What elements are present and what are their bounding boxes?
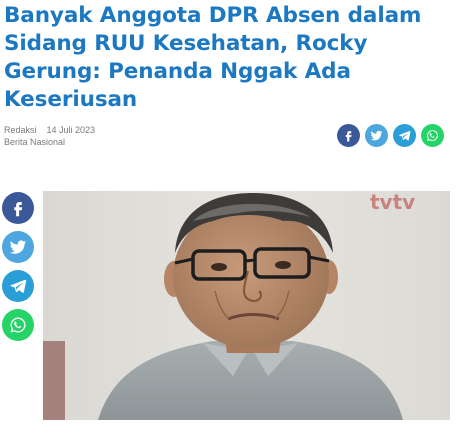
twitter-share-button[interactable] (365, 124, 388, 147)
photo-watermark: tvtv (370, 191, 415, 214)
whatsapp-icon (10, 317, 26, 333)
whatsapp-icon (427, 130, 438, 141)
article-title: Banyak Anggota DPR Absen dalam Sidang RU… (4, 3, 422, 112)
article-author[interactable]: Redaksi (4, 125, 37, 135)
telegram-icon (398, 130, 411, 141)
whatsapp-share-button[interactable] (421, 124, 444, 147)
telegram-share-button-side[interactable] (2, 270, 34, 302)
twitter-share-button-side[interactable] (2, 231, 34, 263)
facebook-icon (14, 202, 23, 217)
article-date: 14 Juli 2023 (46, 125, 96, 135)
facebook-share-button-side[interactable] (2, 192, 34, 224)
article-meta: Redaksi 14 Juli 2023 Berita Nasional (4, 124, 95, 148)
whatsapp-share-button-side[interactable] (2, 309, 34, 341)
twitter-icon (9, 240, 27, 254)
telegram-icon (10, 279, 27, 293)
telegram-share-button[interactable] (393, 124, 416, 147)
twitter-icon (370, 130, 383, 141)
share-bar-side (2, 192, 34, 341)
facebook-icon (345, 131, 352, 142)
share-bar-top (337, 124, 444, 147)
article-source[interactable]: Berita Nasional (4, 136, 95, 148)
article-photo: tvtv (43, 191, 450, 420)
facebook-share-button[interactable] (337, 124, 360, 147)
